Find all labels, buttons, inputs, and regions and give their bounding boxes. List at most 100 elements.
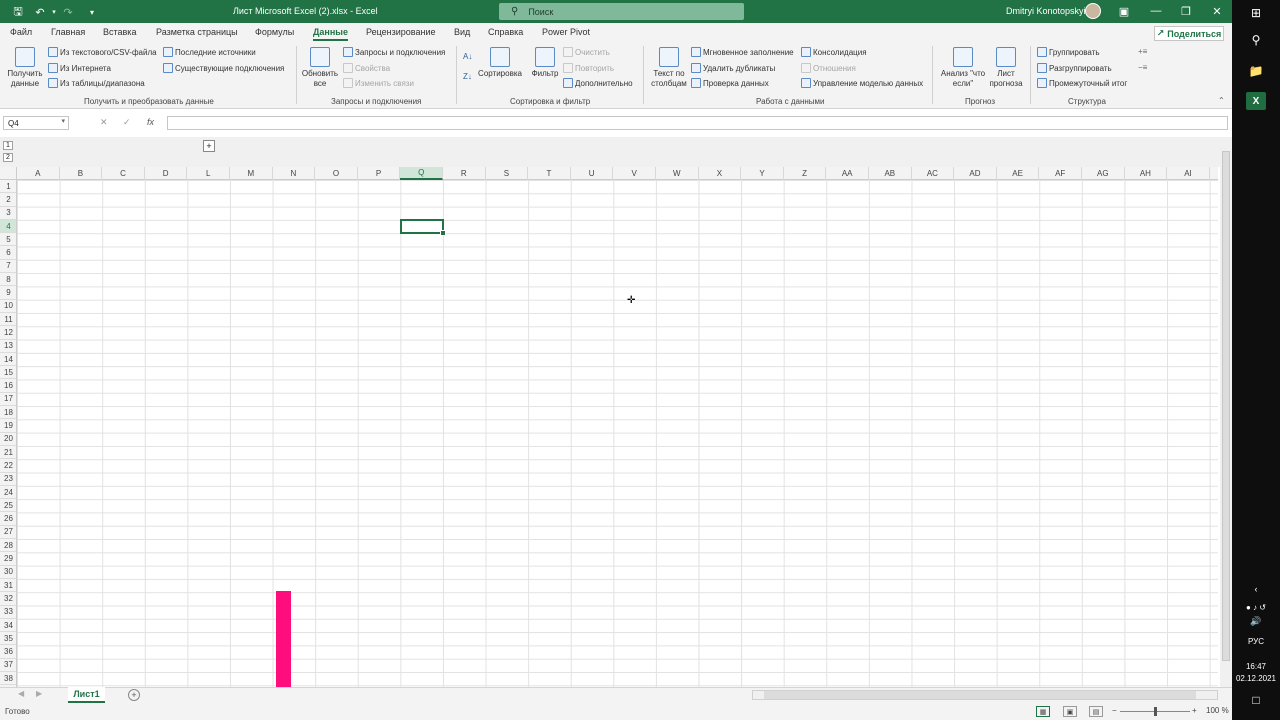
user-name[interactable]: Dmitryi Konotopskyi xyxy=(1006,6,1086,16)
hide-detail-icon[interactable]: −≡ xyxy=(1138,63,1147,72)
refresh-all-button[interactable]: Обновить все xyxy=(300,47,340,89)
column-header[interactable]: AA xyxy=(826,167,869,180)
column-header[interactable]: W xyxy=(656,167,699,180)
column-header[interactable]: L xyxy=(187,167,230,180)
column-header[interactable]: T xyxy=(528,167,571,180)
row-header[interactable]: 31 xyxy=(0,579,16,593)
column-header[interactable]: U xyxy=(571,167,614,180)
data-validation-button[interactable]: Проверка данных xyxy=(691,78,769,88)
column-header[interactable]: S xyxy=(486,167,529,180)
row-header[interactable]: 10 xyxy=(0,300,16,313)
group-button[interactable]: Группировать xyxy=(1037,47,1100,57)
sheet-tab[interactable]: Лист1 xyxy=(68,687,105,703)
row-header[interactable]: 33 xyxy=(0,606,16,619)
row-header[interactable]: 7 xyxy=(0,260,16,274)
properties-button[interactable]: Свойства xyxy=(343,63,390,73)
relationships-button[interactable]: Отношения xyxy=(801,63,856,73)
tab-page-layout[interactable]: Разметка страницы xyxy=(156,27,238,37)
filter-button[interactable]: Фильтр xyxy=(528,47,562,79)
sheet-prev-icon[interactable]: ◀ xyxy=(18,689,24,698)
row-header[interactable]: 14 xyxy=(0,353,16,367)
column-header[interactable]: R xyxy=(443,167,486,180)
tab-help[interactable]: Справка xyxy=(488,27,523,37)
row-header[interactable]: 9 xyxy=(0,286,16,300)
enter-icon[interactable]: ✓ xyxy=(123,117,131,128)
row-header[interactable]: 17 xyxy=(0,393,16,407)
avatar[interactable] xyxy=(1085,3,1101,19)
collapse-ribbon-icon[interactable]: ⌃ xyxy=(1218,96,1225,105)
tab-power-pivot[interactable]: Power Pivot xyxy=(542,27,590,37)
column-header[interactable]: AB xyxy=(869,167,912,180)
row-header[interactable]: 2 xyxy=(0,193,16,207)
zoom-out-icon[interactable]: − xyxy=(1112,706,1117,715)
redo-icon[interactable]: ↷ xyxy=(60,4,76,20)
horizontal-scroll-thumb[interactable] xyxy=(764,691,1196,699)
subtotal-button[interactable]: Промежуточный итог xyxy=(1037,78,1127,88)
outline-level-1-button[interactable]: 1 xyxy=(3,141,13,150)
formula-input[interactable] xyxy=(167,116,1228,130)
normal-view-icon[interactable]: ▦ xyxy=(1036,706,1050,717)
row-header[interactable]: 26 xyxy=(0,513,16,526)
search-input[interactable]: ⚲ Поиск xyxy=(499,3,744,20)
column-header[interactable]: C xyxy=(102,167,145,180)
notifications-icon[interactable]: □ xyxy=(1232,692,1280,708)
tab-insert[interactable]: Вставка xyxy=(103,27,136,37)
row-header[interactable]: 13 xyxy=(0,340,16,353)
row-header[interactable]: 34 xyxy=(0,619,16,633)
row-header[interactable]: 22 xyxy=(0,459,16,473)
vertical-scroll-thumb[interactable] xyxy=(1222,151,1230,661)
row-header[interactable]: 36 xyxy=(0,646,16,659)
cell-grid[interactable] xyxy=(17,180,1218,687)
clear-filter-button[interactable]: Очистить xyxy=(563,47,610,57)
minimize-icon[interactable]: — xyxy=(1148,3,1164,19)
reapply-button[interactable]: Повторить xyxy=(563,63,614,73)
row-header[interactable]: 28 xyxy=(0,539,16,553)
column-header[interactable]: AH xyxy=(1125,167,1168,180)
what-if-button[interactable]: Анализ "что если" xyxy=(938,47,988,89)
row-header[interactable]: 32 xyxy=(0,592,16,606)
tab-file[interactable]: Файл xyxy=(10,27,32,37)
column-header[interactable]: M xyxy=(230,167,273,180)
ungroup-button[interactable]: Разгруппировать xyxy=(1037,63,1112,73)
remove-duplicates-button[interactable]: Удалить дубликаты xyxy=(691,63,775,73)
column-header[interactable]: P xyxy=(358,167,401,180)
column-header[interactable]: Y xyxy=(741,167,784,180)
column-header[interactable]: AE xyxy=(997,167,1040,180)
row-header[interactable]: 18 xyxy=(0,406,16,420)
outline-level-2-button[interactable]: 2 xyxy=(3,153,13,162)
file-explorer-icon[interactable]: 📁 xyxy=(1232,62,1280,80)
close-icon[interactable]: ✕ xyxy=(1209,3,1225,19)
row-header[interactable]: 19 xyxy=(0,419,16,433)
column-header[interactable]: AD xyxy=(954,167,997,180)
existing-connections-button[interactable]: Существующие подключения xyxy=(163,63,284,73)
row-header[interactable]: 12 xyxy=(0,326,16,340)
cancel-icon[interactable]: ✕ xyxy=(100,117,108,128)
column-header[interactable]: D xyxy=(145,167,188,180)
tab-review[interactable]: Рецензирование xyxy=(366,27,436,37)
expand-group-button[interactable]: + xyxy=(203,140,215,152)
tab-formulas[interactable]: Формулы xyxy=(255,27,294,37)
zoom-slider-thumb[interactable] xyxy=(1154,707,1157,716)
edit-links-button[interactable]: Изменить связи xyxy=(343,78,414,88)
row-header[interactable]: 11 xyxy=(0,313,16,327)
row-header[interactable]: 24 xyxy=(0,486,16,500)
column-header[interactable]: N xyxy=(273,167,316,180)
column-header[interactable]: X xyxy=(699,167,742,180)
chevron-up-icon[interactable]: ‹ xyxy=(1232,582,1280,596)
row-header[interactable]: 1 xyxy=(0,180,16,194)
row-header[interactable]: 8 xyxy=(0,273,16,287)
name-box[interactable]: Q4 ▾ xyxy=(3,116,69,130)
windows-start-icon[interactable]: ⊞ xyxy=(1232,4,1280,22)
column-header[interactable]: AG xyxy=(1082,167,1125,180)
column-header[interactable]: V xyxy=(613,167,656,180)
row-header[interactable]: 30 xyxy=(0,566,16,579)
row-header[interactable]: 38 xyxy=(0,672,16,686)
column-header[interactable]: O xyxy=(315,167,358,180)
from-web-button[interactable]: Из Интернета xyxy=(48,63,111,73)
sort-za-icon[interactable]: Z↓ xyxy=(463,72,472,81)
search-icon[interactable]: ⚲ xyxy=(1232,31,1280,49)
add-sheet-button[interactable]: + xyxy=(128,689,140,701)
from-text-csv-button[interactable]: Из текстового/CSV-файла xyxy=(48,47,157,57)
select-all-corner[interactable] xyxy=(0,167,17,180)
manage-data-model-button[interactable]: Управление моделью данных xyxy=(801,78,923,88)
